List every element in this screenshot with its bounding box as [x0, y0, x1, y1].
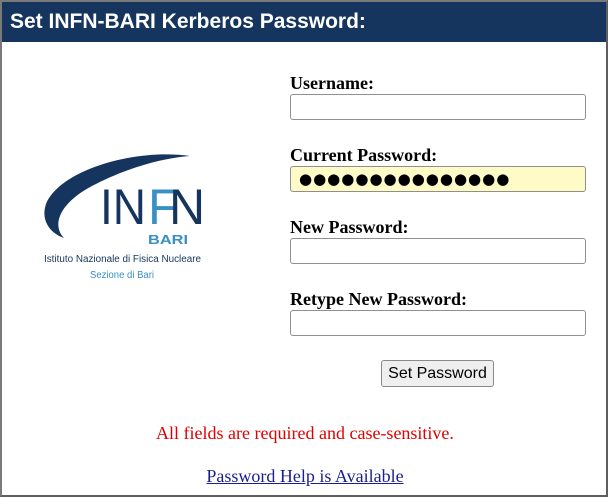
logo-section: Sezione di Bari — [90, 270, 154, 281]
logo-city: BARI — [148, 232, 188, 247]
page-title: Set INFN-BARI Kerberos Password: — [2, 2, 606, 42]
retype-password-label: Retype New Password: — [290, 289, 467, 309]
logo-institute: Istituto Nazionale di Fisica Nucleare — [44, 254, 201, 265]
retype-password-group: Retype New Password: — [290, 288, 590, 360]
new-password-input[interactable] — [290, 238, 586, 264]
new-password-label: New Password: — [290, 217, 409, 237]
password-help-link[interactable]: Password Help is Available — [206, 466, 403, 486]
retype-password-input[interactable] — [290, 310, 586, 336]
current-password-group: Current Password: ●●●●●●●●●●●●●●● — [290, 144, 590, 216]
username-label: Username: — [290, 73, 374, 93]
username-group: Username: — [290, 72, 590, 144]
current-password-label: Current Password: — [290, 145, 438, 165]
required-note-text: All fields are required and case-sensiti… — [156, 423, 454, 443]
username-input[interactable] — [290, 94, 586, 120]
help-link-container: Password Help is Available — [0, 466, 610, 487]
required-note: All fields are required and case-sensiti… — [0, 423, 610, 444]
infn-logo: IN F N BARI Istituto Nazionale di Fisica… — [44, 154, 205, 281]
new-password-group: New Password: — [290, 216, 590, 288]
set-password-button[interactable]: Set Password — [381, 360, 494, 387]
password-form: Username: Current Password: ●●●●●●●●●●●●… — [290, 72, 590, 360]
logo-acronym-n: N — [169, 179, 205, 235]
current-password-input[interactable]: ●●●●●●●●●●●●●●● — [290, 166, 586, 192]
logo-acronym-in: IN — [100, 179, 146, 235]
